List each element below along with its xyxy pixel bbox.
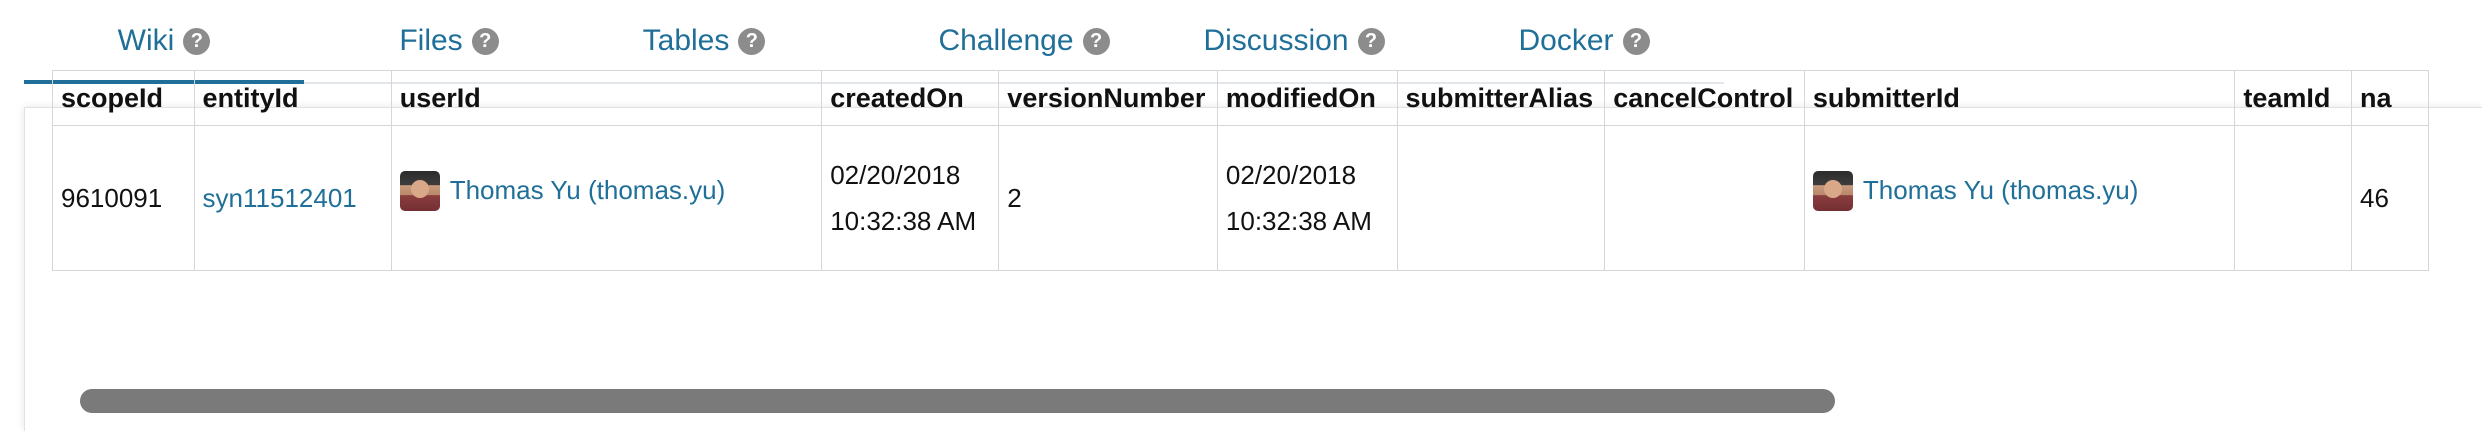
help-icon[interactable]: ? <box>1357 27 1385 55</box>
column-header[interactable]: cancelControl <box>1604 70 1805 126</box>
tab-docker-label: Docker <box>1518 24 1614 57</box>
tab-discussion-label: Discussion <box>1203 24 1349 57</box>
column-header[interactable]: userId <box>390 70 823 126</box>
table-header-row: scopeId entityId userId createdOn versio… <box>52 70 2429 126</box>
column-header[interactable]: createdOn <box>821 70 1000 126</box>
help-icon[interactable]: ? <box>1622 27 1650 55</box>
column-header[interactable]: scopeId <box>52 70 195 126</box>
table-scroll-area[interactable]: scopeId entityId userId createdOn versio… <box>52 70 2429 382</box>
tab-challenge-label: Challenge <box>938 24 1074 57</box>
cell-version-number: 2 <box>998 125 1218 271</box>
avatar <box>399 170 440 211</box>
cell-entity-id: syn11512401 <box>193 125 392 271</box>
help-icon[interactable]: ? <box>183 27 211 55</box>
user-link[interactable]: Thomas Yu (thomas.yu) <box>1863 175 2139 206</box>
horizontal-scrollbar-thumb[interactable] <box>80 389 1835 413</box>
column-header[interactable]: versionNumber <box>998 70 1218 126</box>
column-header[interactable]: na <box>2350 70 2429 126</box>
column-header[interactable]: submitterId <box>1803 70 2236 126</box>
column-header[interactable]: entityId <box>193 70 392 126</box>
column-header[interactable]: submitterAlias <box>1396 70 1606 126</box>
tab-wiki-label: Wiki <box>117 24 175 57</box>
user-link[interactable]: Thomas Yu (thomas.yu) <box>450 175 726 206</box>
help-icon[interactable]: ? <box>738 27 766 55</box>
user-badge[interactable]: Thomas Yu (thomas.yu) <box>1812 170 2139 211</box>
cell-submitter-id: Thomas Yu (thomas.yu) <box>1803 125 2236 271</box>
cell-submitter-alias <box>1396 125 1606 271</box>
user-badge[interactable]: Thomas Yu (thomas.yu) <box>399 170 726 211</box>
column-header[interactable]: teamId <box>2234 70 2352 126</box>
tab-files-label: Files <box>399 24 463 57</box>
cell-team-id <box>2234 125 2352 271</box>
help-icon[interactable]: ? <box>471 27 499 55</box>
cell-scope-id: 9610091 <box>52 125 195 271</box>
avatar <box>1812 170 1853 211</box>
help-icon[interactable]: ? <box>1082 27 1110 55</box>
cell-modified-on: 02/20/2018 10:32:38 AM <box>1216 125 1398 271</box>
cell-user-id: Thomas Yu (thomas.yu) <box>390 125 823 271</box>
tab-tables-label: Tables <box>642 24 730 57</box>
cell-na: 46 <box>2350 125 2429 271</box>
cell-cancel-control <box>1604 125 1805 271</box>
entity-link[interactable]: syn11512401 <box>203 183 357 213</box>
cell-created-on: 02/20/2018 10:32:38 AM <box>821 125 1000 271</box>
submission-table: scopeId entityId userId createdOn versio… <box>52 70 2429 271</box>
table-row: 9610091 syn11512401 Thomas Yu (thomas.yu… <box>52 125 2429 271</box>
column-header[interactable]: modifiedOn <box>1216 70 1398 126</box>
